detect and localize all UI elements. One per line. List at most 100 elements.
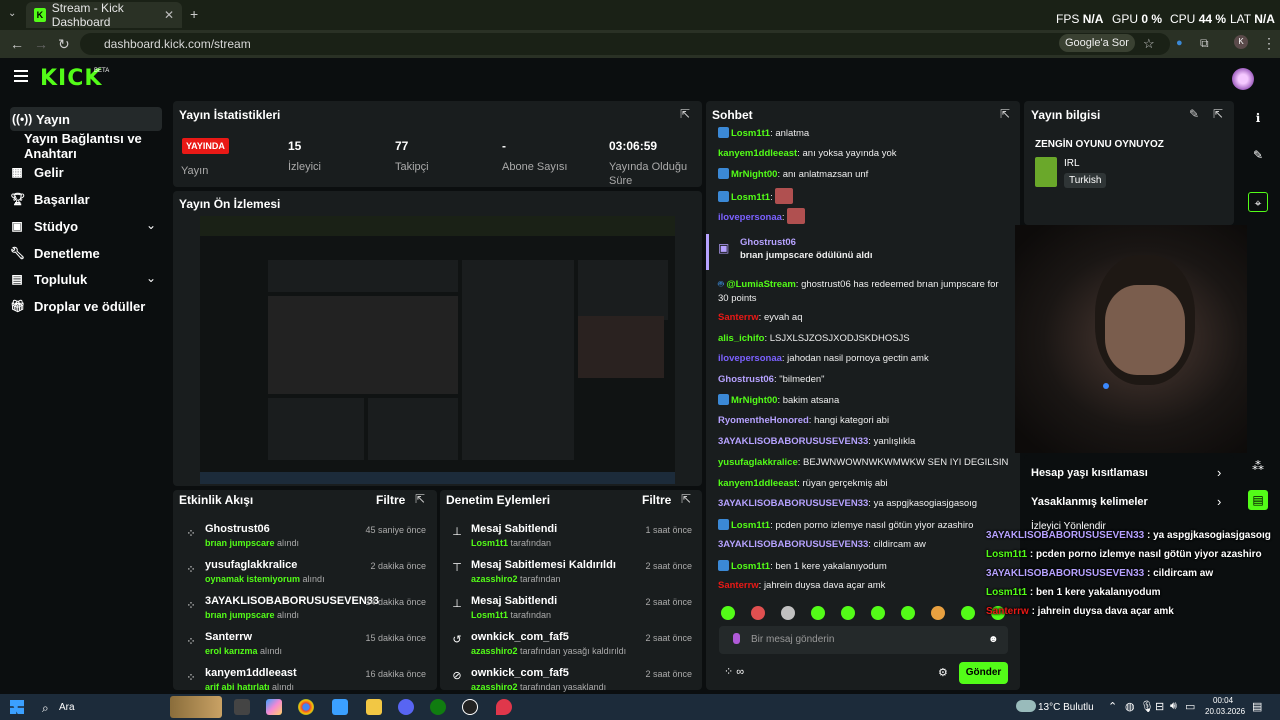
chat-username[interactable]: Losm1t1	[731, 128, 770, 139]
share-icon[interactable]: ⁂	[1248, 456, 1268, 476]
sidebar-item-community[interactable]: ▤ Topluluk	[10, 267, 162, 291]
clapperboard-icon[interactable]: ▤	[1248, 490, 1268, 510]
moderator-name[interactable]: Losm1t1	[471, 538, 508, 548]
moderator-name[interactable]: azasshiro2	[471, 646, 518, 656]
user-avatar[interactable]	[1232, 68, 1254, 90]
chat-settings-icon[interactable]: ⚙	[938, 666, 948, 679]
emote-icon[interactable]	[721, 606, 735, 620]
emote-icon[interactable]	[781, 606, 795, 620]
battery-icon[interactable]: ▭	[1185, 700, 1195, 713]
clock-time[interactable]: 00:04	[1213, 696, 1233, 705]
back-icon[interactable]: ←	[10, 36, 24, 52]
chat-username[interactable]: 3AYAKLISOBABORUSUSEVEN33	[718, 498, 868, 509]
moderator-name[interactable]: azasshiro2	[471, 682, 518, 692]
menu-kebab-icon[interactable]: ⋮	[1262, 35, 1276, 52]
sidebar-item-moderation[interactable]: 🔧︎ Denetleme	[10, 241, 162, 265]
category-thumbnail[interactable]	[1035, 157, 1057, 187]
sidebar-item-drops[interactable]: 🎁︎ Droplar ve ödüller	[10, 294, 162, 318]
sidebar-item-studio[interactable]: ▣ Stüdyo	[10, 214, 162, 238]
bookmark-star-icon[interactable]: ☆	[1143, 36, 1155, 52]
file-explorer-icon[interactable]	[366, 699, 382, 715]
clock-date[interactable]: 20.03.2026	[1205, 707, 1245, 716]
emote-icon[interactable]	[871, 606, 885, 620]
category-name[interactable]: IRL	[1064, 158, 1080, 169]
search-highlight-image[interactable]	[170, 696, 222, 718]
chat-username[interactable]: yusufaglakkralice	[718, 457, 798, 468]
stream-preview-video[interactable]	[200, 216, 675, 484]
moderator-name[interactable]: Losm1t1	[471, 610, 508, 620]
activity-user[interactable]: kanyem1ddleeast	[205, 667, 297, 679]
chevron-right-icon[interactable]: ›	[1217, 494, 1221, 509]
maps-icon[interactable]	[496, 699, 512, 715]
chevron-down-icon[interactable]: ⌄	[146, 271, 156, 285]
address-input[interactable]: dashboard.kick.com/stream	[80, 33, 1170, 55]
chat-username[interactable]: 3AYAKLISOBABORUSUSEVEN33	[718, 539, 868, 550]
extensions-puzzle-icon[interactable]: ⧉	[1200, 36, 1209, 51]
tray-app-icon[interactable]: ◍	[1125, 700, 1135, 713]
microphone-tray-icon[interactable]: 🎙︎	[1140, 700, 1154, 713]
tray-chevron-icon[interactable]: ⌃	[1108, 700, 1117, 713]
weather-text[interactable]: 13°C Bulutlu	[1038, 702, 1094, 713]
emote-icon[interactable]	[841, 606, 855, 620]
chat-username[interactable]: alis_ichifo	[718, 333, 764, 344]
network-icon[interactable]: ⊟	[1155, 700, 1164, 713]
hamburger-menu-icon[interactable]	[14, 70, 28, 82]
tab-list-icon[interactable]: ⌄	[8, 8, 16, 19]
xbox-icon[interactable]	[430, 699, 446, 715]
chat-username[interactable]: Losm1t1	[731, 561, 770, 572]
emote-icon[interactable]	[751, 606, 765, 620]
chat-username[interactable]: @LumiaStream	[726, 279, 795, 290]
activity-user[interactable]: yusufaglakkralice	[205, 559, 297, 571]
chat-username[interactable]: ilovepersonaa	[718, 353, 782, 364]
send-button[interactable]: Gönder	[959, 662, 1008, 684]
sidebar-item-stream-key[interactable]: Yayın Bağlantısı ve Anahtarı	[24, 131, 174, 161]
menu-item-account-age[interactable]: Hesap yaşı kısıtlaması	[1031, 467, 1148, 479]
emote-icon[interactable]	[901, 606, 915, 620]
close-tab-icon[interactable]: ✕	[164, 8, 174, 22]
moderation-filter-button[interactable]: Filtre	[642, 493, 671, 507]
sidebar-item-revenue[interactable]: ▦ Gelir	[10, 160, 162, 184]
chat-message-input[interactable]: Bir mesaj gönderin	[719, 626, 1008, 654]
popout-icon[interactable]: ⇱	[415, 492, 425, 506]
chevron-down-icon[interactable]: ⌄	[146, 218, 156, 232]
chat-username[interactable]: Losm1t1	[731, 192, 770, 203]
popout-icon[interactable]: ⇱	[1213, 107, 1223, 121]
emote-icon[interactable]	[931, 606, 945, 620]
forward-icon[interactable]: →	[34, 36, 48, 52]
chat-username[interactable]: Santerrw	[718, 312, 759, 323]
moderator-name[interactable]: azasshiro2	[471, 574, 518, 584]
activity-user[interactable]: Santerrw	[205, 631, 252, 643]
points-icon[interactable]: ⁘ ∞	[724, 665, 744, 678]
popout-icon[interactable]: ⇱	[681, 492, 691, 506]
sidebar-item-stream[interactable]: ((•)) Yayın	[10, 107, 162, 131]
reload-icon[interactable]: ↻	[58, 36, 70, 53]
edit-icon[interactable]: ✎	[1189, 107, 1199, 121]
chat-username[interactable]: Losm1t1	[731, 520, 770, 531]
popout-icon[interactable]: ⇱	[680, 107, 690, 121]
activity-user[interactable]: Ghostrust06	[205, 523, 270, 535]
notification-icon[interactable]: ▤	[1252, 700, 1262, 713]
emote-icon[interactable]	[811, 606, 825, 620]
chat-username[interactable]: kanyem1ddleeast	[718, 148, 797, 159]
taskbar-search[interactable]: Ara	[59, 702, 75, 713]
chat-username[interactable]: RyomentheHonored	[718, 415, 809, 426]
chat-username[interactable]: kanyem1ddleeast	[718, 478, 797, 489]
copilot-icon[interactable]	[266, 699, 282, 715]
info-icon[interactable]: ℹ	[1248, 108, 1268, 128]
menu-item-banned-words[interactable]: Yasaklanmış kelimeler	[1031, 496, 1148, 508]
reward-user[interactable]: Ghostrust06	[740, 237, 796, 248]
discord-icon[interactable]	[398, 699, 414, 715]
sidebar-item-achievements[interactable]: 🏆︎ Başarılar	[10, 187, 162, 211]
chrome-icon[interactable]	[298, 699, 314, 715]
obs-icon[interactable]	[462, 699, 478, 715]
chat-username[interactable]: 3AYAKLISOBABORUSUSEVEN33	[718, 436, 868, 447]
extension-icon[interactable]: ●	[1176, 37, 1183, 49]
chat-username[interactable]: Ghostrust06	[718, 374, 774, 385]
emoji-icon[interactable]: ☻	[988, 634, 999, 645]
new-tab-icon[interactable]: +	[190, 6, 198, 22]
google-ask-button[interactable]: Google'a Sor	[1059, 34, 1135, 52]
search-icon[interactable]: ⌕	[42, 701, 49, 716]
chat-username[interactable]: MrNight00	[731, 169, 777, 180]
browser-tab[interactable]: K Stream - Kick Dashboard ✕	[26, 1, 182, 29]
popout-icon[interactable]: ⇱	[1000, 107, 1010, 121]
